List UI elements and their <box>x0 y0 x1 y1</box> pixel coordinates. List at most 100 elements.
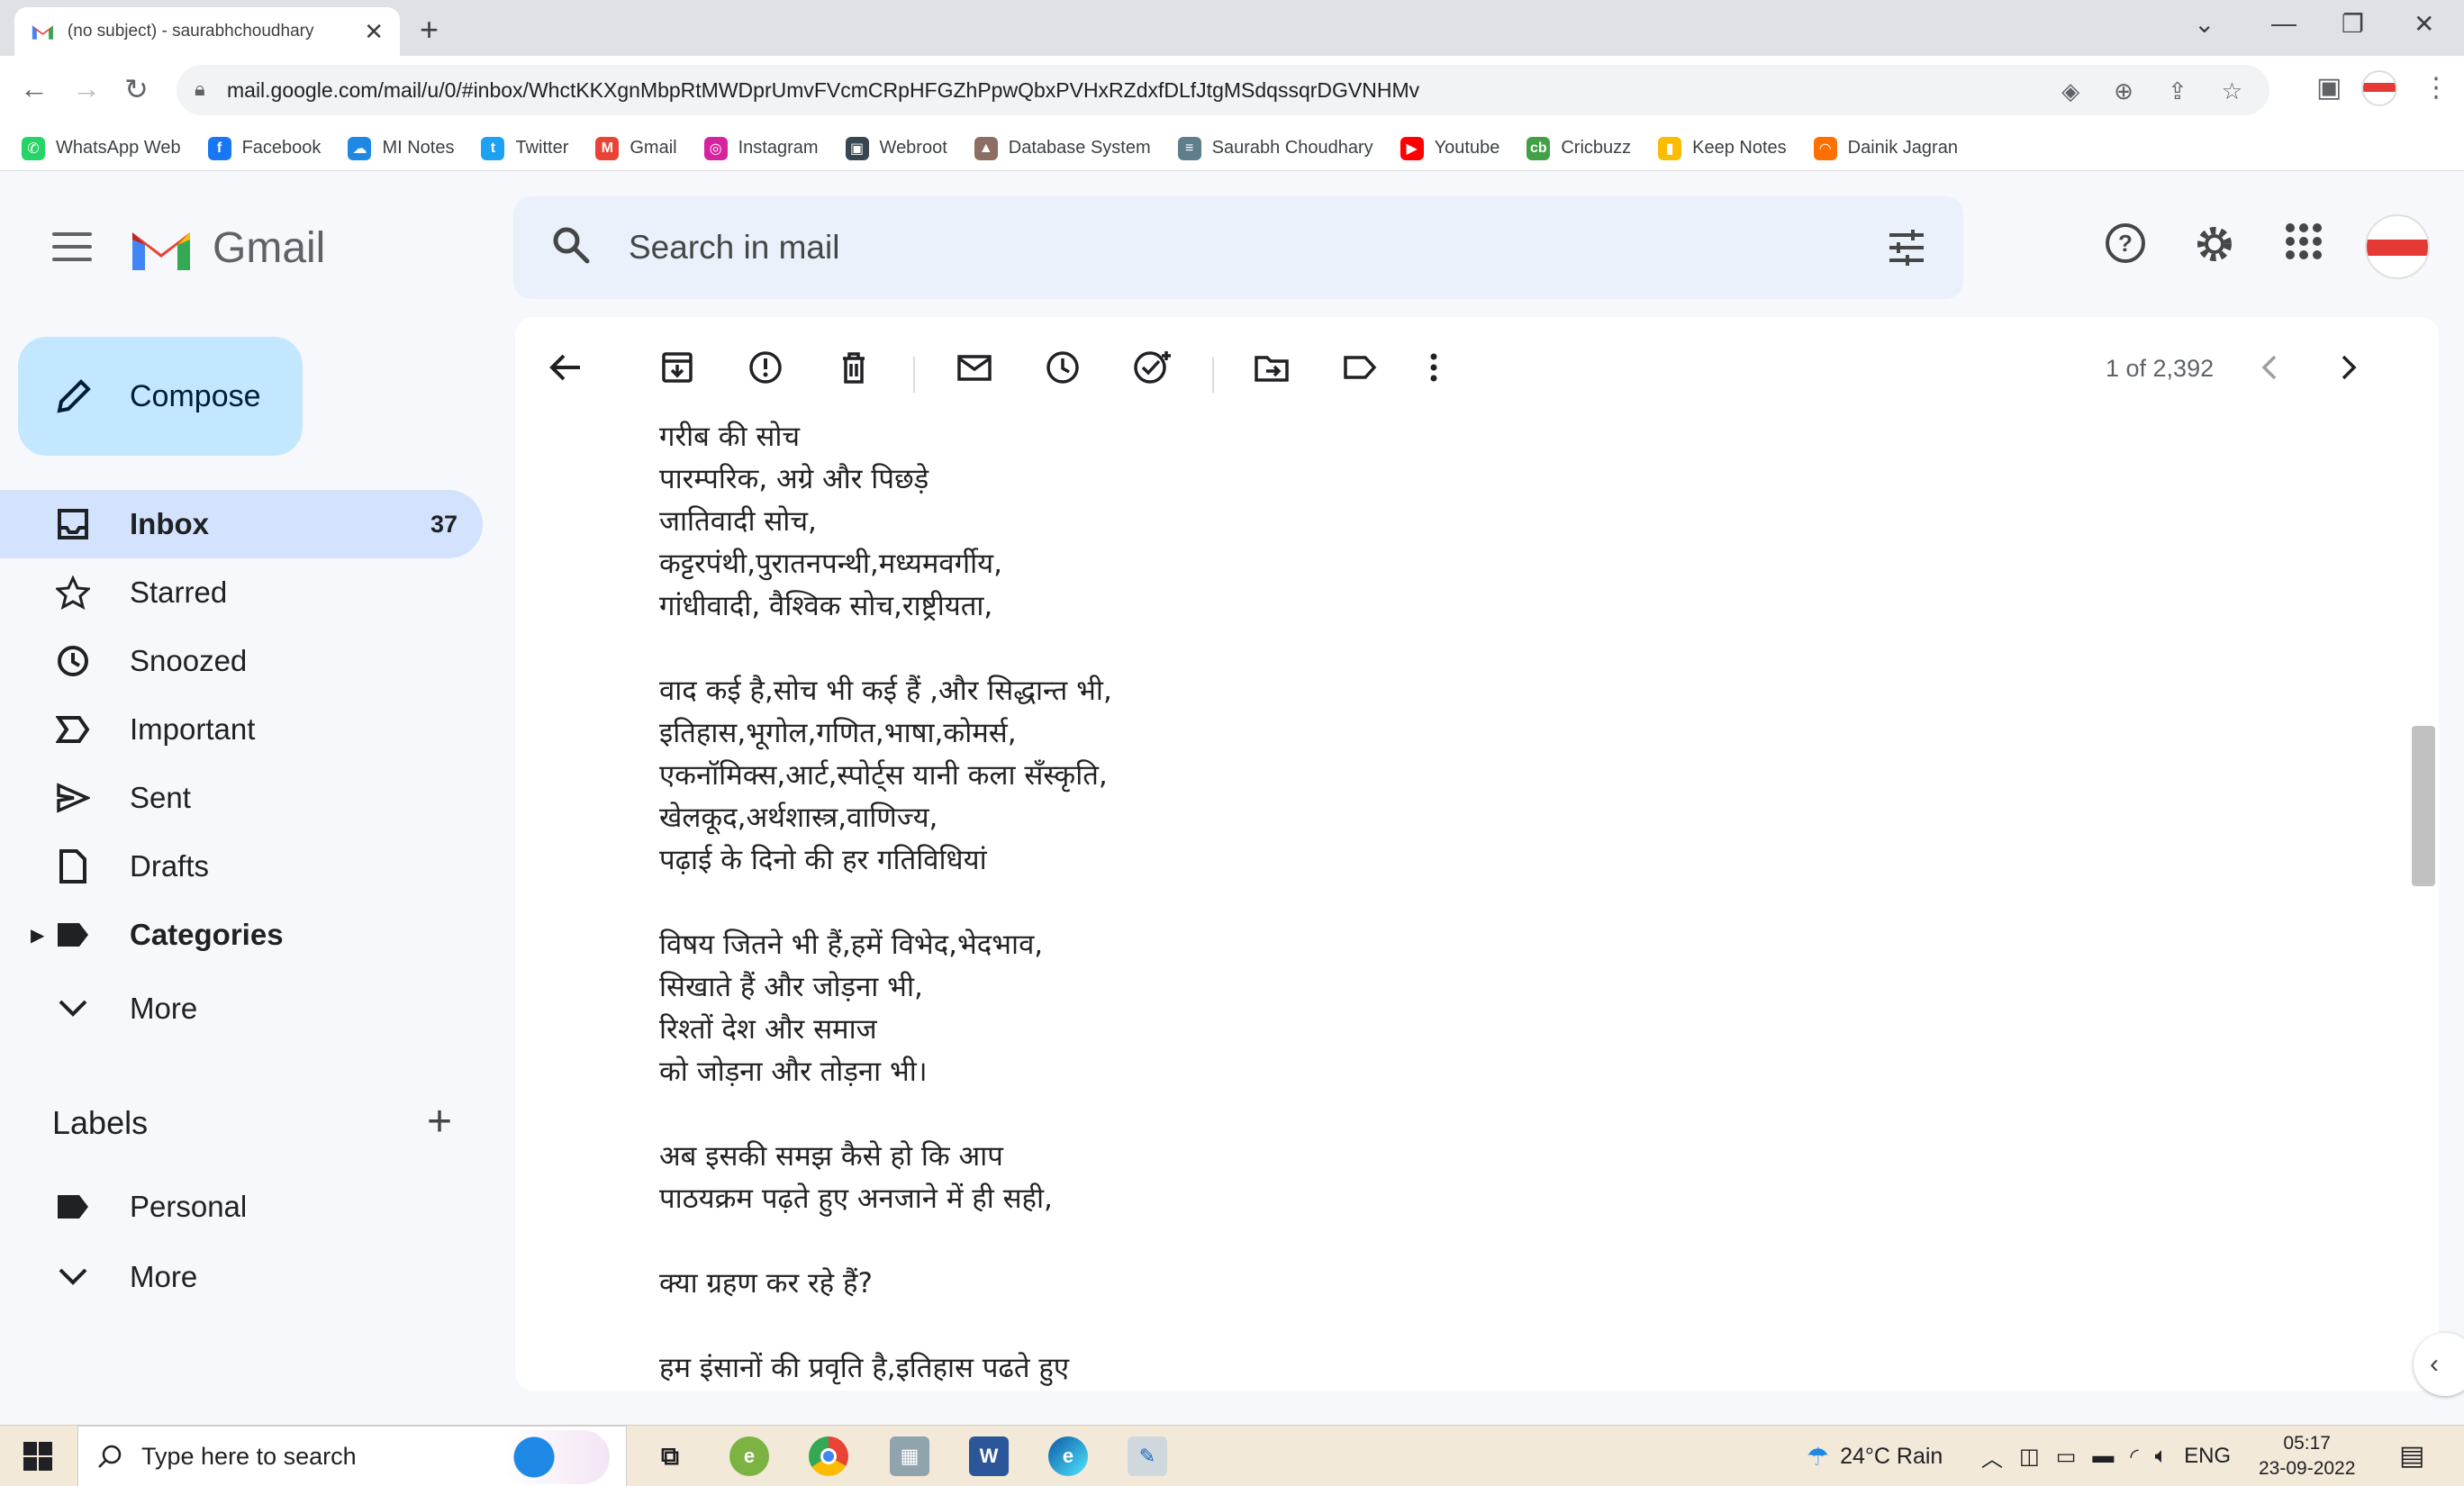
task-view-icon[interactable]: ⧉ <box>650 1436 690 1476</box>
search-bar[interactable]: Search in mail <box>513 196 1963 299</box>
browser-toolbar: ← → ↻ 🔒︎ mail.google.com/mail/u/0/#inbox… <box>0 56 2464 126</box>
address-bar[interactable]: 🔒︎ mail.google.com/mail/u/0/#inbox/WhctK… <box>177 65 2269 115</box>
add-to-tasks-icon[interactable] <box>1133 349 1173 385</box>
account-avatar[interactable] <box>2365 214 2430 279</box>
message-blank-line <box>659 882 2100 924</box>
language-indicator[interactable]: ENG <box>2184 1444 2231 1469</box>
move-to-folder-icon[interactable] <box>1254 349 1290 385</box>
scrollbar-thumb[interactable] <box>2412 726 2435 886</box>
google-apps-icon[interactable] <box>2284 222 2324 261</box>
browser-tab[interactable]: (no subject) - saurabhchoudhary ✕ <box>14 7 400 56</box>
volume-icon[interactable]: 🔈︎ <box>2155 1444 2168 1469</box>
help-icon[interactable]: ? <box>2104 222 2147 265</box>
delete-trash-icon[interactable] <box>836 349 872 385</box>
newer-chevron-left-icon[interactable] <box>2257 349 2282 385</box>
snooze-clock-icon[interactable] <box>1045 349 1081 385</box>
label-as-icon[interactable] <box>1342 349 1378 385</box>
bookmark-star-icon[interactable]: ☆ <box>2222 77 2242 105</box>
bookmark-item[interactable]: ▲ Database System <box>974 136 1151 160</box>
minimize-icon[interactable]: — <box>2271 9 2296 38</box>
bookmark-favicon-icon: ☁ <box>348 136 372 160</box>
back-icon[interactable]: ← <box>20 72 49 105</box>
bookmark-item[interactable]: ▣ Webroot <box>845 136 947 160</box>
bookmark-item[interactable]: ▮ Keep Notes <box>1658 136 1787 160</box>
word-app-icon[interactable]: W <box>969 1436 1009 1476</box>
sidebar-item-starred[interactable]: Starred <box>0 558 483 627</box>
wifi-icon[interactable]: ◜ <box>2130 1444 2138 1470</box>
bookmark-label: Twitter <box>515 138 569 158</box>
tray-display-icon[interactable]: ▭ <box>2056 1444 2077 1470</box>
bookmark-item[interactable]: ◠ Dainik Jagran <box>1813 136 1958 160</box>
more-options-icon[interactable] <box>1425 349 1443 385</box>
sidebar-item-labels-more[interactable]: More <box>0 1243 483 1311</box>
message-line: रिश्तों देश और समाज <box>659 1013 877 1046</box>
restore-icon[interactable]: ❐ <box>2342 9 2364 39</box>
close-tab-icon[interactable]: ✕ <box>364 18 384 46</box>
edge-app-icon[interactable]: e <box>1048 1436 1088 1476</box>
bookmark-item[interactable]: t Twitter <box>481 136 569 160</box>
windows-start-icon[interactable] <box>23 1442 52 1471</box>
message-blank-line <box>659 628 2100 670</box>
search-icon[interactable] <box>549 223 593 267</box>
sidebar-item-more[interactable]: More <box>0 974 483 1043</box>
expand-arrow-icon[interactable]: ▶ <box>31 924 44 947</box>
paint-app-icon[interactable]: ✎ <box>1128 1436 1167 1476</box>
message-line: पाठयक्रम पढ़ते हुए अनजाने में ही सही, <box>659 1182 1053 1215</box>
side-panel-icon[interactable]: ▣ <box>2316 72 2342 104</box>
app-green-icon[interactable]: e <box>729 1436 769 1476</box>
sidebar-item-personal[interactable]: Personal <box>0 1173 483 1241</box>
older-chevron-right-icon[interactable] <box>2336 349 2361 385</box>
report-spam-icon[interactable] <box>747 349 784 385</box>
mark-unread-icon[interactable] <box>956 349 992 385</box>
new-tab-icon[interactable]: + <box>420 11 439 49</box>
sidebar-item-label: Drafts <box>130 849 210 883</box>
bookmark-item[interactable]: f Facebook <box>207 136 321 160</box>
bookmark-favicon-icon: ▶ <box>1400 136 1424 160</box>
sidebar-item-sent[interactable]: Sent <box>0 764 483 832</box>
sidebar-item-categories[interactable]: ▶ Categories <box>0 901 483 969</box>
close-window-icon[interactable]: ✕ <box>2414 9 2434 39</box>
forward-icon[interactable]: → <box>72 72 101 105</box>
sidebar-item-snoozed[interactable]: Snoozed <box>0 627 483 695</box>
back-to-inbox-icon[interactable] <box>548 349 584 385</box>
taskbar-search-box[interactable]: Type here to search <box>77 1426 627 1486</box>
svg-text:?: ? <box>2118 230 2133 257</box>
weather-widget[interactable]: ☂ 24°C Rain <box>1807 1426 1943 1486</box>
main-menu-icon[interactable] <box>52 232 92 270</box>
bookmark-item[interactable]: cb Cricbuzz <box>1526 136 1631 160</box>
archive-icon[interactable] <box>659 349 695 385</box>
bookmark-item[interactable]: ≡ Saurabh Choudhary <box>1177 136 1373 160</box>
reload-icon[interactable]: ↻ <box>124 72 149 106</box>
photos-app-icon[interactable]: ▦ <box>890 1436 929 1476</box>
bookmark-item[interactable]: ☁ MI Notes <box>348 136 454 160</box>
share-icon[interactable]: ⇪ <box>2168 77 2188 105</box>
zoom-icon[interactable]: ⊕ <box>2114 77 2133 105</box>
bookmark-item[interactable]: M Gmail <box>595 136 677 160</box>
notifications-icon[interactable]: ▤ <box>2399 1440 2424 1472</box>
profile-avatar[interactable] <box>2361 70 2397 106</box>
bookmark-label: Dainik Jagran <box>1847 138 1958 158</box>
tab-search-icon[interactable]: ⌄ <box>2194 9 2215 39</box>
sidebar-item-important[interactable]: Important <box>0 695 483 764</box>
sidebar-item-inbox[interactable]: Inbox 37 <box>0 490 483 558</box>
tray-chevron-icon[interactable]: ︿ <box>1981 1441 2003 1472</box>
add-label-icon[interactable]: + <box>427 1097 452 1146</box>
taskbar-search-input[interactable]: Type here to search <box>141 1443 357 1471</box>
battery-icon[interactable]: ▬ <box>2092 1444 2114 1469</box>
taskbar-clock[interactable]: 05:17 23-09-2022 <box>2259 1431 2355 1481</box>
settings-gear-icon[interactable] <box>2192 222 2237 267</box>
bookmark-item[interactable]: ✆ WhatsApp Web <box>22 136 181 160</box>
tray-app-icon[interactable]: ◫ <box>2019 1444 2040 1470</box>
search-options-icon[interactable] <box>1886 227 1927 268</box>
chrome-menu-icon[interactable]: ⋮ <box>2423 72 2450 104</box>
bookmark-item[interactable]: ◎ Instagram <box>703 136 819 160</box>
chrome-app-icon[interactable] <box>809 1436 848 1476</box>
bookmark-item[interactable]: ▶ Youtube <box>1400 136 1499 160</box>
sidebar-item-drafts[interactable]: Drafts <box>0 832 483 901</box>
toolbar-divider <box>913 357 915 393</box>
gmail-wordmark: Gmail <box>213 224 326 272</box>
lock-icon[interactable]: 🔒︎ <box>195 77 205 101</box>
compose-button[interactable]: Compose <box>18 337 303 456</box>
search-input[interactable]: Search in mail <box>629 229 839 267</box>
extension-icon[interactable]: ◈ <box>2061 77 2079 105</box>
